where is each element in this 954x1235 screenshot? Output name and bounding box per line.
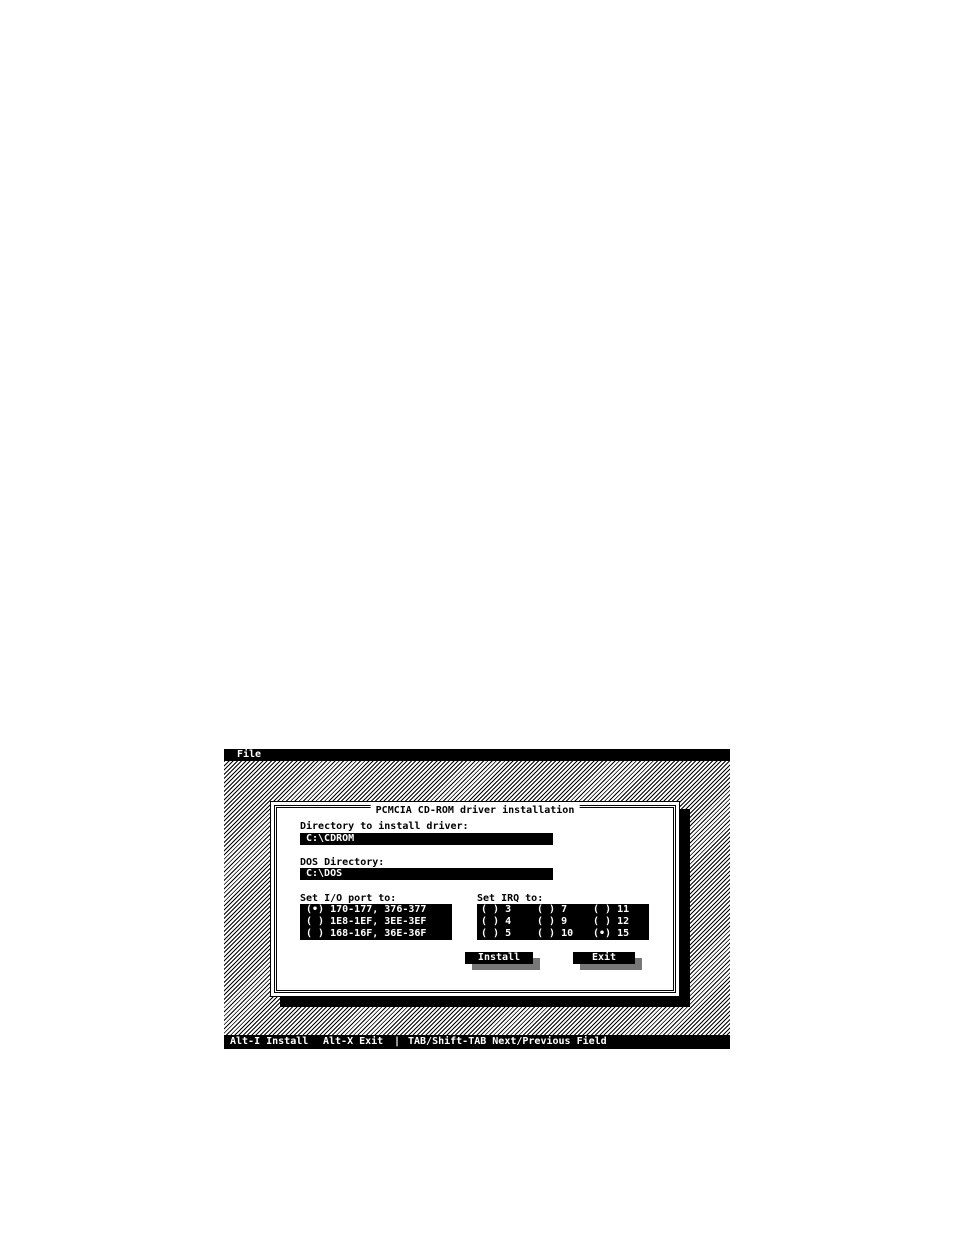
option-label: 12 [617, 916, 630, 927]
irq-option[interactable]: ( ) 9 [537, 916, 567, 928]
option-label: 3 [505, 904, 512, 915]
radio-mark: ( ) [537, 904, 556, 915]
io-port-label: Set I/O port to: [300, 893, 397, 904]
irq-option[interactable]: ( ) 3 [481, 904, 511, 916]
option-label: 10 [561, 928, 574, 939]
radio-mark: ( ) [481, 916, 500, 927]
option-label: 4 [505, 916, 512, 927]
irq-option[interactable]: ( ) 4 [481, 916, 511, 928]
option-label: 5 [505, 928, 512, 939]
install-dir-label: Directory to install driver: [300, 821, 469, 832]
radio-mark: (•) [306, 904, 325, 915]
dos-dir-field[interactable]: C:\DOS [300, 868, 553, 880]
dos-screen: File PCMCIA CD-ROM driver installation D… [224, 749, 730, 1049]
irq-option[interactable]: ( ) 7 [537, 904, 567, 916]
irq-group: ( ) 3 ( ) 7 ( ) 11 ( ) 4 ( ) 9 ( ) 12 ( … [477, 904, 649, 940]
irq-option[interactable]: ( ) 12 [593, 916, 629, 928]
option-label: 170-177, 376-377 [330, 904, 427, 915]
io-port-option[interactable]: (•) 170-177, 376-377 [306, 904, 426, 916]
radio-mark: ( ) [306, 916, 325, 927]
menu-file[interactable]: File [237, 749, 261, 761]
status-bar: Alt-I Install Alt-X Exit | TAB/Shift-TAB… [224, 1035, 730, 1049]
dialog-shadow-bottom [280, 997, 690, 1007]
radio-mark: ( ) [481, 904, 500, 915]
menu-bar: File [224, 749, 730, 761]
status-install-hint: Alt-I Install [230, 1036, 309, 1047]
irq-label: Set IRQ to: [477, 893, 544, 904]
radio-mark: ( ) [593, 916, 612, 927]
exit-button[interactable]: Exit [573, 952, 635, 964]
irq-option[interactable]: (•) 15 [593, 928, 629, 940]
status-separator: | [394, 1036, 401, 1047]
radio-mark: ( ) [537, 928, 556, 939]
radio-mark: ( ) [537, 916, 556, 927]
install-dir-field[interactable]: C:\CDROM [300, 833, 553, 845]
io-port-group: (•) 170-177, 376-377 ( ) 1E8-1EF, 3EE-3E… [300, 904, 452, 940]
option-label: 1E8-1EF, 3EE-3EF [330, 916, 427, 927]
dialog-title: PCMCIA CD-ROM driver installation [370, 805, 580, 816]
io-port-option[interactable]: ( ) 168-16F, 36E-36F [306, 928, 426, 940]
option-label: 7 [561, 904, 568, 915]
install-dialog: PCMCIA CD-ROM driver installation Direct… [270, 801, 680, 997]
option-label: 11 [617, 904, 630, 915]
radio-mark: ( ) [593, 904, 612, 915]
radio-mark: (•) [593, 928, 612, 939]
install-button[interactable]: Install [465, 952, 533, 964]
status-tab-hint: TAB/Shift-TAB Next/Previous Field [408, 1036, 607, 1047]
dos-dir-label: DOS Directory: [300, 857, 385, 868]
irq-option[interactable]: ( ) 5 [481, 928, 511, 940]
io-port-option[interactable]: ( ) 1E8-1EF, 3EE-3EF [306, 916, 426, 928]
option-label: 15 [617, 928, 630, 939]
radio-mark: ( ) [306, 928, 325, 939]
dialog-shadow-right [680, 809, 690, 1005]
option-label: 9 [561, 916, 568, 927]
irq-option[interactable]: ( ) 11 [593, 904, 629, 916]
irq-option[interactable]: ( ) 10 [537, 928, 573, 940]
status-exit-hint: Alt-X Exit [323, 1036, 384, 1047]
radio-mark: ( ) [481, 928, 500, 939]
option-label: 168-16F, 36E-36F [330, 928, 427, 939]
